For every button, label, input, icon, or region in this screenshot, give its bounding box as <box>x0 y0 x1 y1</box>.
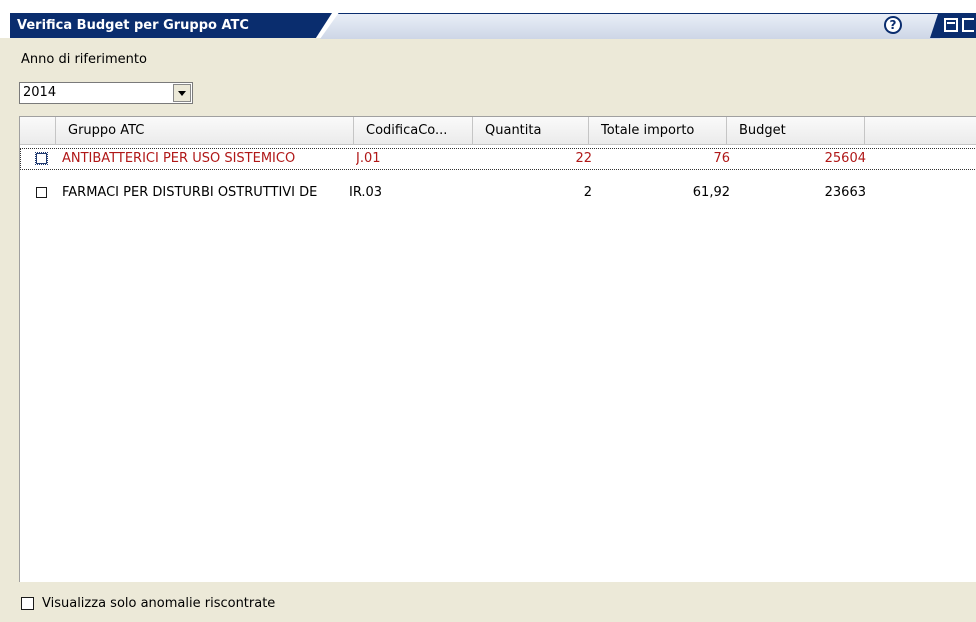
cell-gruppo: ANTIBATTERICI PER USO SISTEMICO <box>62 151 296 166</box>
header-select-column[interactable] <box>20 117 56 144</box>
year-select-value: 2014 <box>23 85 57 100</box>
restore-icon[interactable] <box>944 18 958 32</box>
cell-budget: 23663 <box>824 185 866 200</box>
table-row[interactable]: ANTIBATTERICI PER USO SISTEMICO J.01 22 … <box>20 148 976 170</box>
year-label: Anno di riferimento <box>21 52 147 67</box>
table-row[interactable]: FARMACI PER DISTURBI OSTRUTTIVI DE IR.03… <box>20 182 976 204</box>
anomalies-checkbox[interactable] <box>21 597 34 610</box>
help-icon[interactable]: ? <box>884 16 902 34</box>
cell-gruppo: FARMACI PER DISTURBI OSTRUTTIVI DE <box>62 185 318 200</box>
row-checkbox[interactable] <box>35 152 48 165</box>
anomalies-label: Visualizza solo anomalie riscontrate <box>42 596 276 611</box>
cell-totale: 76 <box>713 151 730 166</box>
header-budget[interactable]: Budget <box>727 117 865 144</box>
close-icon[interactable] <box>962 18 974 32</box>
cell-quantita: 22 <box>575 151 592 166</box>
cell-quantita: 2 <box>583 185 592 200</box>
grid-header: Gruppo ATC CodificaCo... Quantita Totale… <box>20 117 976 145</box>
header-codifica[interactable]: CodificaCo... <box>354 117 473 144</box>
dropdown-arrow-icon[interactable] <box>173 84 191 102</box>
title-bar: Verifica Budget per Gruppo ATC ? <box>0 0 976 39</box>
cell-totale: 61,92 <box>692 185 730 200</box>
window-title: Verifica Budget per Gruppo ATC <box>17 18 249 33</box>
header-quantita[interactable]: Quantita <box>473 117 589 144</box>
cell-codifica: J.01 <box>356 151 381 166</box>
row-checkbox[interactable] <box>36 187 47 198</box>
budget-grid: Gruppo ATC CodificaCo... Quantita Totale… <box>19 116 976 582</box>
cell-budget: 25604 <box>824 151 866 166</box>
title-strip <box>320 13 940 39</box>
cell-codifica: IR.03 <box>349 185 383 200</box>
year-select[interactable]: 2014 <box>19 82 193 104</box>
header-gruppo-atc[interactable]: Gruppo ATC <box>56 117 354 144</box>
header-totale-importo[interactable]: Totale importo <box>589 117 727 144</box>
